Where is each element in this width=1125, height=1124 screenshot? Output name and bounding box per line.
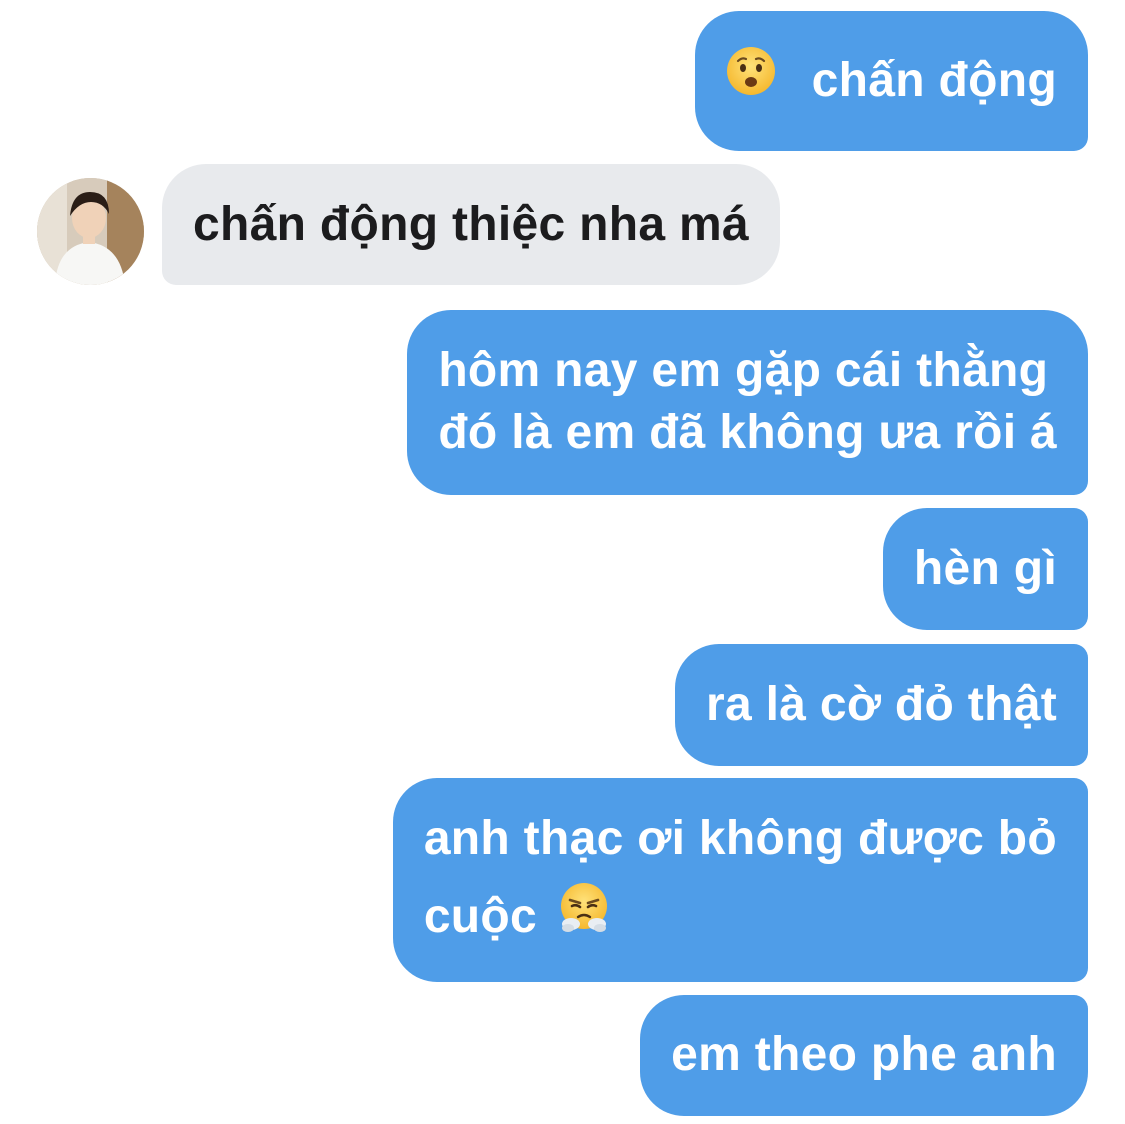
message-text: em theo phe anh xyxy=(671,1028,1057,1081)
message-bubble-outgoing[interactable]: ra là cờ đỏ thật xyxy=(675,644,1088,766)
message-bubble-outgoing[interactable]: anh thạc ơi không được bỏ cuộc xyxy=(392,778,1088,982)
message-bubble-incoming[interactable]: chấn động thiệc nha má xyxy=(162,164,780,285)
message-text-line: đó là em đã không ưa rồi á xyxy=(438,406,1057,459)
message-text: chấn động thiệc nha má xyxy=(193,198,749,251)
message-text: chấn động xyxy=(811,54,1057,107)
message-text: ra là cờ đỏ thật xyxy=(706,678,1057,731)
contact-avatar[interactable] xyxy=(37,178,144,285)
message-bubble-outgoing[interactable]: em theo phe anh xyxy=(640,995,1088,1116)
message-text-line: anh thạc ơi không được bỏ xyxy=(423,812,1057,865)
face-with-steam-from-nose-emoji-icon xyxy=(559,882,609,948)
avatar-photo-icon xyxy=(37,178,144,285)
message-bubble-outgoing[interactable]: hèn gì xyxy=(882,508,1088,630)
message-text-line: cuộc xyxy=(423,890,538,943)
anxious-face-emoji-icon xyxy=(726,46,776,112)
message-text: hèn gì xyxy=(913,542,1057,595)
message-text-line: hôm nay em gặp cái thằng xyxy=(438,344,1049,397)
message-bubble-outgoing[interactable]: hôm nay em gặp cái thằng đó là em đã khô… xyxy=(407,310,1088,495)
message-bubble-outgoing[interactable]: chấn động xyxy=(695,11,1088,151)
